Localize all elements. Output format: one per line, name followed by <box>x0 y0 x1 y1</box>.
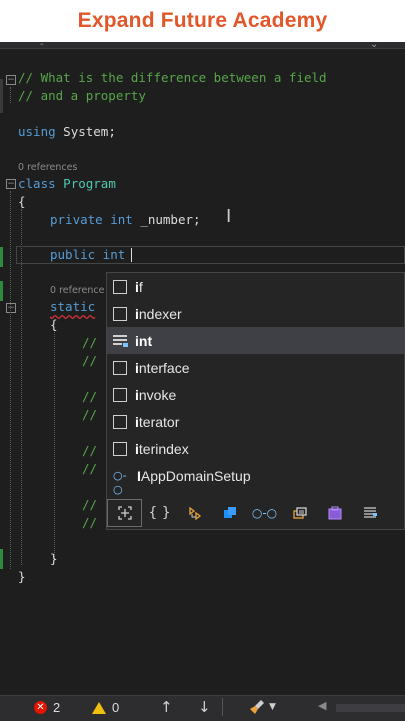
codelens-references-method[interactable]: 0 reference <box>50 285 104 296</box>
keyword-icon <box>113 279 127 294</box>
completion-filter-bar: { } ○-○ <box>107 496 404 529</box>
delegates-filter-icon[interactable] <box>317 499 352 527</box>
code-cleanup-brush-icon[interactable]: ▼ <box>248 698 276 716</box>
code-line-method-brace-close: } <box>50 551 58 566</box>
code-line-method-brace-open: { <box>50 317 58 332</box>
interfaces-filter-icon[interactable]: ○-○ <box>247 499 282 527</box>
code-line-static: static <box>50 299 95 315</box>
completion-item-if[interactable]: if <box>107 273 404 300</box>
namespace: System; <box>55 124 116 139</box>
keyword-with-error: static <box>50 299 96 314</box>
code-line-class-brace-close: } <box>18 569 26 584</box>
change-bar <box>0 549 3 569</box>
keyword: int <box>95 247 126 262</box>
snippet-icon <box>113 414 127 429</box>
error-count[interactable]: ✕ 2 <box>34 700 60 715</box>
structs-filter-icon[interactable] <box>212 499 247 527</box>
fold-guide <box>10 87 11 103</box>
status-bar: ✕ 2 0 ↑ ↓ ▼ ◀ <box>0 695 405 721</box>
completion-item-iterator[interactable]: iterator <box>107 408 404 435</box>
struct-icon <box>113 334 128 348</box>
completion-item-int[interactable]: int <box>107 327 404 354</box>
banner: Expand Future Academy <box>0 0 405 42</box>
divider <box>222 698 223 716</box>
code-line-partial-comment: // <box>82 335 98 350</box>
snippet-icon <box>113 306 127 321</box>
snippet-icon <box>113 441 127 456</box>
interface-icon: ○-○ <box>113 468 127 496</box>
previous-issue-arrow-icon[interactable]: ↑ <box>160 698 173 716</box>
code-line-using: using System; <box>18 124 116 140</box>
snippet-icon <box>113 387 127 402</box>
error-icon: ✕ <box>34 701 47 714</box>
code-line-brace-open: { <box>18 194 26 209</box>
code-line-partial-comment: // <box>82 443 98 458</box>
fold-toggle-icon[interactable]: − <box>6 303 16 313</box>
enums-filter-icon[interactable] <box>352 499 387 527</box>
fold-guide <box>10 191 11 569</box>
code-line-comment-2: // and a property <box>18 88 146 103</box>
field-name: _number; <box>132 212 201 227</box>
namespaces-filter-icon[interactable]: { } <box>142 499 177 527</box>
code-line-partial-comment: // <box>82 497 98 512</box>
warning-count[interactable]: 0 <box>92 700 119 715</box>
keyword: using <box>18 124 56 139</box>
keyword: private <box>50 212 103 227</box>
fold-toggle-icon[interactable]: − <box>6 179 16 189</box>
code-line-field: private int _number; <box>50 212 201 228</box>
fold-toggle-icon[interactable]: − <box>6 75 16 85</box>
scroll-left-icon[interactable]: ◀ <box>318 699 326 712</box>
completion-item-iappdomainsetup[interactable]: ○-○ IAppDomainSetup <box>107 462 404 496</box>
keyword: int <box>102 212 133 227</box>
completion-item-interface[interactable]: interface <box>107 354 404 381</box>
classes-filter-icon[interactable] <box>177 499 212 527</box>
intellisense-popup[interactable]: if indexer int interface invoke iterator… <box>106 272 405 530</box>
code-line-class: class Program <box>18 176 116 192</box>
change-bar <box>0 247 3 267</box>
warning-icon <box>92 701 106 714</box>
keyword: public <box>50 247 96 262</box>
completion-item-iterindex[interactable]: iterindex <box>107 435 404 462</box>
code-line-partial-comment: // <box>82 353 98 368</box>
snippet-icon <box>113 360 127 375</box>
indent-guide <box>54 329 55 559</box>
next-issue-arrow-icon[interactable]: ↓ <box>198 698 211 716</box>
codelens-references-class[interactable]: 0 references <box>18 162 77 173</box>
class-name: Program <box>55 176 116 191</box>
completion-item-indexer[interactable]: indexer <box>107 300 404 327</box>
code-line-partial-comment: // <box>82 389 98 404</box>
banner-title: Expand Future Academy <box>77 9 328 32</box>
ibeam-cursor-icon: I <box>226 206 232 227</box>
horizontal-scrollbar[interactable] <box>336 704 405 712</box>
change-bar <box>0 281 3 301</box>
gutter-marker <box>0 79 3 113</box>
completion-item-invoke[interactable]: invoke <box>107 381 404 408</box>
code-line-editing[interactable]: public int <box>50 247 125 263</box>
code-line-comment-1: // What is the difference between a fiel… <box>18 70 327 85</box>
editor-top-strip: ‑ ⌄ <box>0 39 405 50</box>
snippets-filter-icon[interactable] <box>107 498 142 527</box>
events-filter-icon[interactable] <box>282 499 317 527</box>
keyword: class <box>18 176 56 191</box>
code-line-partial-comment: // <box>82 461 98 476</box>
code-line-partial-comment: // <box>82 407 98 422</box>
text-caret <box>131 248 132 262</box>
code-line-partial-comment: // <box>82 515 98 530</box>
